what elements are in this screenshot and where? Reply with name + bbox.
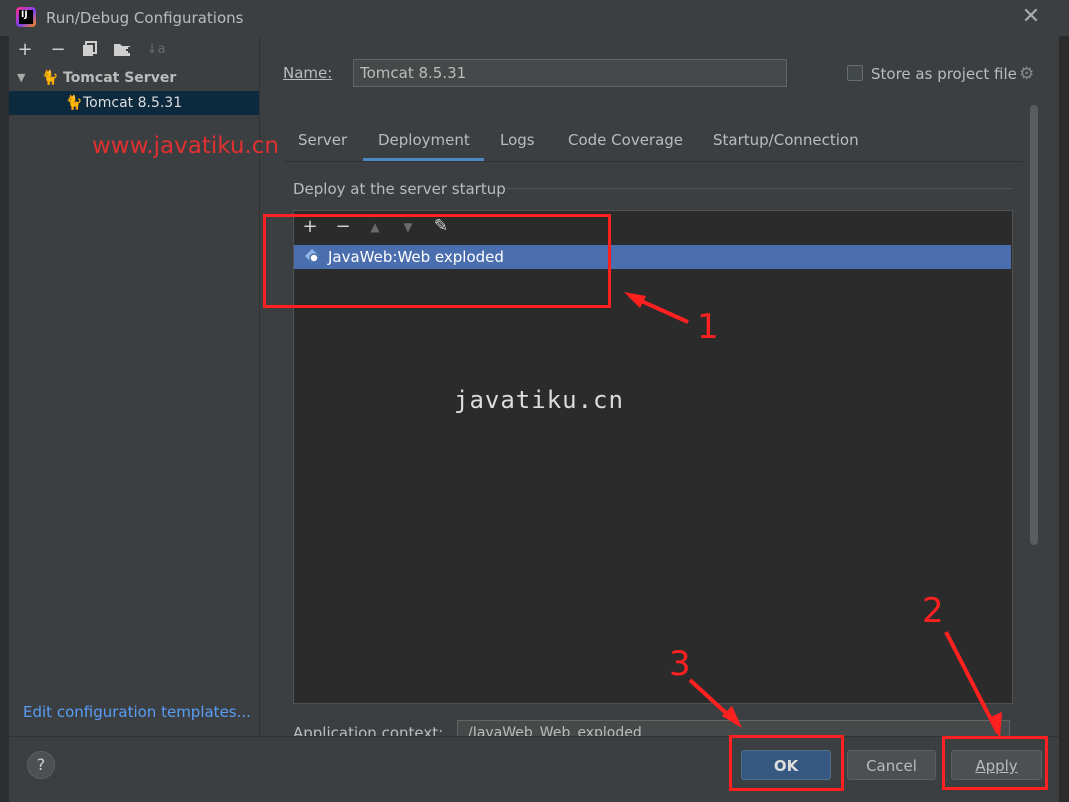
annotation-number-1: 1 <box>697 307 719 347</box>
logo-text: IJ <box>21 10 28 20</box>
annotation-number-2: 2 <box>922 591 944 631</box>
arrow-1-head <box>624 292 646 308</box>
arrow-3-head <box>722 706 742 728</box>
annotation-arrows <box>624 292 1002 738</box>
annotation-number-3: 3 <box>669 644 691 684</box>
